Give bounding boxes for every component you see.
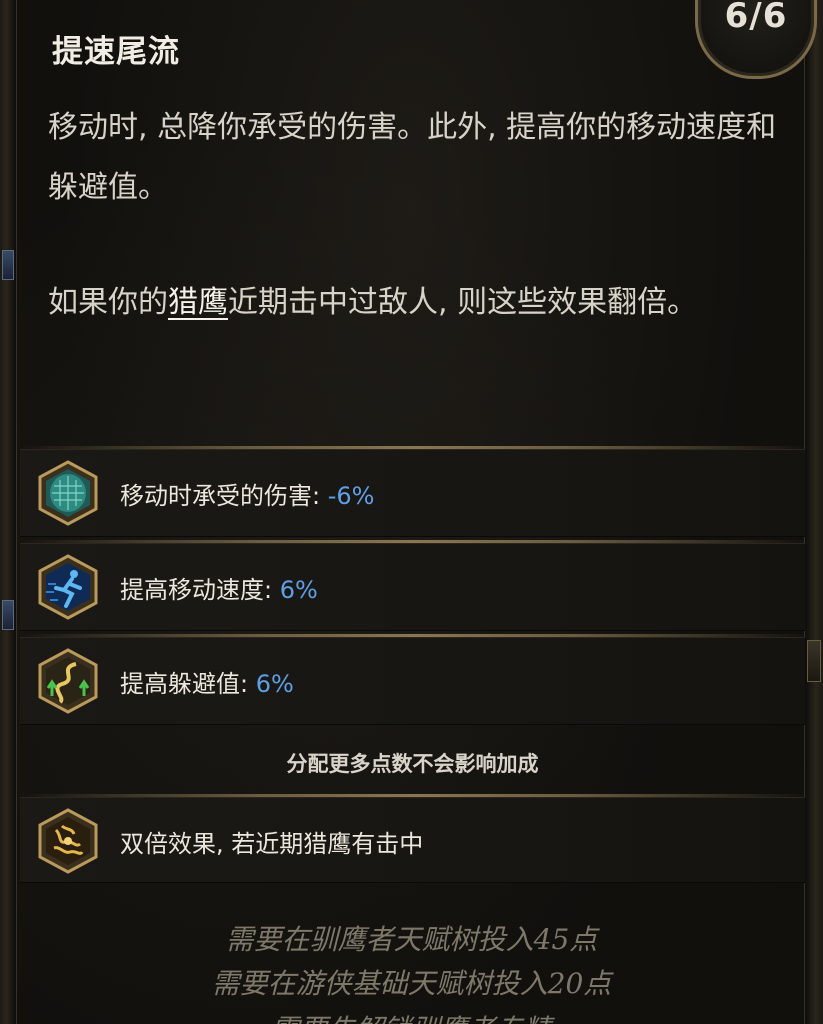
- stat-row-movement-speed: 提高移动速度: 6%: [20, 543, 805, 631]
- stat-value: 6%: [279, 576, 318, 604]
- bonus-label: 双倍效果, 若近期猎鹰有击中: [120, 830, 424, 858]
- skill-description-bonus: 如果你的猎鹰近期击中过敌人, 则这些效果翻倍。: [48, 272, 788, 334]
- falcon-crest-icon: [38, 808, 98, 874]
- stat-label: 移动时承受的伤害: -6%: [120, 476, 374, 511]
- frame-right-edge: [804, 0, 823, 1024]
- frame-left-edge: [0, 0, 17, 1024]
- description-text: 如果你的: [48, 285, 168, 320]
- description-text: 近期击中过敌人, 则这些效果翻倍。: [228, 285, 698, 320]
- allocation-note: 分配更多点数不会影响加成: [286, 752, 539, 776]
- evasion-arrows-icon: [38, 648, 98, 714]
- requirement-line: 需要在游侠基础天赋树投入20点: [211, 967, 612, 1000]
- stat-label-text: 提高躲避值:: [120, 670, 256, 698]
- stat-row-double-effect: 双倍效果, 若近期猎鹰有击中: [20, 797, 805, 883]
- requirement-line: 需要先解锁驯鹰者专精: [0, 1008, 823, 1024]
- frame-gem-icon: [2, 250, 14, 280]
- stat-label: 提高移动速度: 6%: [120, 570, 318, 605]
- running-figure-icon: [38, 554, 98, 620]
- requirement-line: 需要在驯鹰者天赋树投入45点: [225, 923, 598, 956]
- stat-value: 6%: [255, 670, 294, 698]
- stat-label: 提高躲避值: 6%: [120, 664, 294, 699]
- stat-row-damage-taken: 移动时承受的伤害: -6%: [20, 449, 805, 537]
- points-counter: 6/6: [695, 0, 817, 79]
- stat-row-evasion: 提高躲避值: 6%: [20, 637, 805, 725]
- falcon-keyword-link[interactable]: 猎鹰: [168, 285, 228, 320]
- skill-tooltip-panel: 提速尾流 6/6 移动时, 总降你承受的伤害。此外, 提高你的移动速度和躲避值。…: [0, 0, 823, 1024]
- stat-label-text: 移动时承受的伤害:: [120, 482, 328, 510]
- points-counter-text: 6/6: [724, 0, 788, 36]
- stat-label-text: 提高移动速度:: [120, 576, 280, 604]
- stat-value: -6%: [327, 482, 375, 510]
- frame-gem-icon: [2, 600, 14, 630]
- skill-description: 移动时, 总降你承受的伤害。此外, 提高你的移动速度和躲避值。: [48, 110, 777, 205]
- skill-title: 提速尾流: [52, 34, 180, 70]
- shield-scales-icon: [38, 460, 98, 526]
- frame-gem-icon: [807, 640, 821, 682]
